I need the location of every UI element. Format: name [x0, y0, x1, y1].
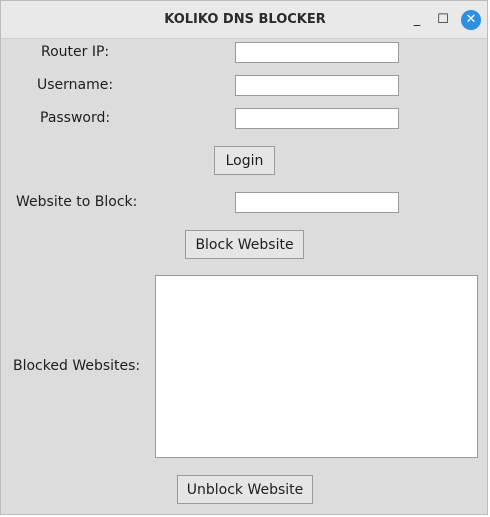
maximize-icon[interactable]: ☐ — [433, 10, 453, 30]
login-button[interactable]: Login — [214, 146, 275, 175]
website-to-block-field[interactable] — [235, 192, 399, 213]
username-field[interactable] — [235, 75, 399, 96]
app-window: KOLIKO DNS BLOCKER _ ☐ ✕ Router IP: User… — [0, 0, 488, 515]
password-label: Password: — [40, 110, 111, 126]
close-icon[interactable]: ✕ — [461, 10, 481, 30]
title-bar[interactable]: KOLIKO DNS BLOCKER _ ☐ ✕ — [1, 1, 487, 39]
website-to-block-label: Website to Block: — [16, 194, 138, 210]
password-field[interactable] — [235, 108, 399, 129]
router-ip-field[interactable] — [235, 42, 399, 63]
blocked-websites-label: Blocked Websites: — [13, 358, 141, 374]
minimize-icon[interactable]: _ — [407, 10, 427, 30]
username-label: Username: — [37, 77, 114, 93]
blocked-websites-list[interactable] — [155, 275, 478, 458]
block-website-button[interactable]: Block Website — [185, 230, 304, 259]
router-ip-label: Router IP: — [41, 44, 110, 60]
unblock-website-button[interactable]: Unblock Website — [177, 475, 313, 504]
